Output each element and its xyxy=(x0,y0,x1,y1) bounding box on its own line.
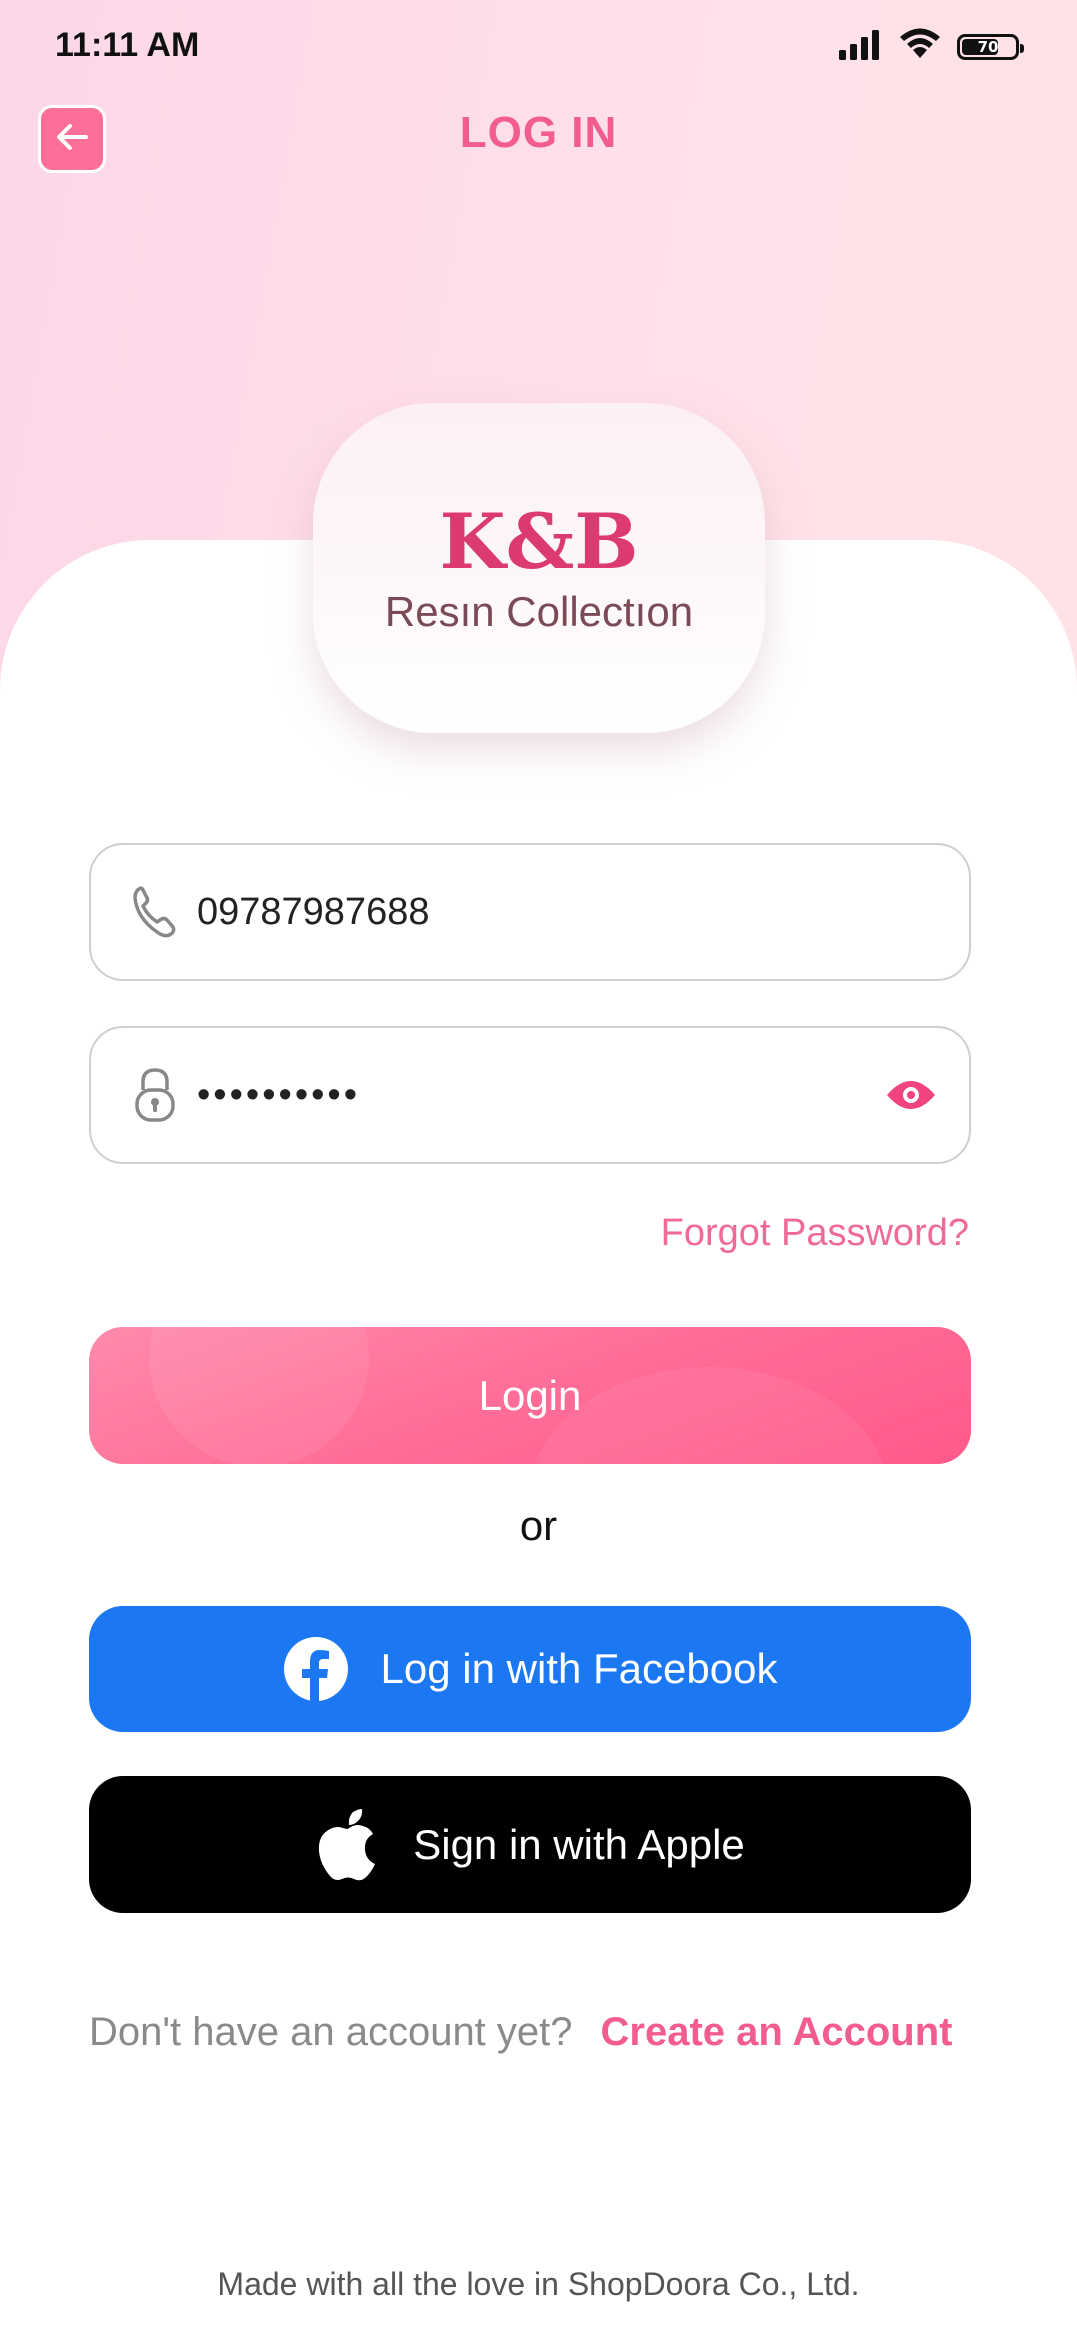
apple-icon xyxy=(315,1808,381,1880)
eye-icon[interactable] xyxy=(883,1067,939,1123)
logo-mark: K&B xyxy=(439,497,639,586)
signal-icon xyxy=(839,28,883,65)
battery-level: 70 xyxy=(977,37,999,56)
login-button[interactable]: Login xyxy=(89,1327,971,1464)
apple-signin-button[interactable]: Sign in with Apple xyxy=(89,1776,971,1913)
footer-credit: Made with all the love in ShopDoora Co.,… xyxy=(217,2266,860,2302)
status-icons: 70 xyxy=(839,28,1024,65)
signup-prompt: Don't have an account yet? xyxy=(89,2010,573,2054)
facebook-icon xyxy=(283,1636,349,1702)
phone-field[interactable]: 09787987688 xyxy=(89,843,971,981)
logo-subtitle: Resın Collectıon xyxy=(384,588,694,635)
login-button-label: Login xyxy=(478,1371,582,1419)
brand-logo: K&B Resın Collectıon xyxy=(313,403,765,733)
page-title: LOG IN xyxy=(459,108,618,157)
lock-icon xyxy=(125,1065,185,1125)
or-divider: or xyxy=(519,1502,558,1549)
status-time: 11:11 AM xyxy=(55,26,200,64)
battery-icon: 70 xyxy=(957,33,1024,60)
forgot-password-link[interactable]: Forgot Password? xyxy=(661,1212,969,1255)
password-field[interactable]: •••••••••• xyxy=(89,1026,971,1164)
facebook-login-button[interactable]: Log in with Facebook xyxy=(89,1606,971,1732)
create-account-link[interactable]: Create an Account xyxy=(601,2010,953,2055)
wifi-icon xyxy=(899,28,941,65)
phone-icon xyxy=(125,882,185,942)
password-value: •••••••••• xyxy=(197,1073,361,1116)
apple-signin-label: Sign in with Apple xyxy=(413,1820,745,1868)
facebook-login-label: Log in with Facebook xyxy=(380,1645,778,1692)
signup-row: Don't have an account yet? Create an Acc… xyxy=(89,2010,989,2055)
phone-value: 09787987688 xyxy=(197,890,430,933)
